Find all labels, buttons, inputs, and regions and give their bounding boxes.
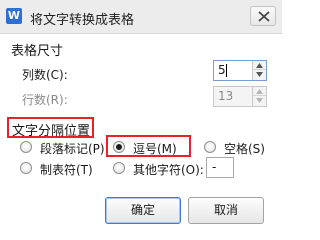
columns-decrement-button[interactable] (253, 70, 266, 79)
triangle-down-icon (256, 72, 263, 77)
other-char-value: - (212, 160, 217, 174)
dialog-title: 将文字转换成表格 (30, 13, 135, 28)
radio-paragraph-mark-label[interactable]: 段落标记(P) (40, 140, 105, 157)
rows-decrement-button (253, 96, 266, 105)
triangle-up-icon (256, 63, 263, 68)
rows-increment-button (253, 87, 266, 96)
columns-spinner-arrows (252, 61, 266, 80)
close-icon (258, 11, 270, 22)
rows-spinner: 13 (213, 86, 267, 107)
rows-label: 行数(R): (22, 93, 68, 107)
table-size-heading: 表格尺寸 (11, 44, 64, 59)
radio-tab-label[interactable]: 制表符(T) (40, 161, 93, 178)
radio-other-char-label[interactable]: 其他字符(O): (133, 161, 204, 178)
radio-tab[interactable] (20, 162, 32, 174)
wps-writer-icon: W (6, 8, 22, 24)
text-caret (226, 64, 227, 77)
triangle-down-icon (256, 98, 263, 103)
radio-comma[interactable] (113, 141, 125, 153)
rows-value: 13 (218, 89, 234, 103)
radio-other-char[interactable] (113, 162, 125, 174)
title-bar: W 将文字转换成表格 (0, 0, 282, 34)
close-button[interactable] (250, 6, 276, 26)
radio-comma-label[interactable]: 逗号(M) (133, 140, 177, 157)
other-char-input[interactable]: - (206, 157, 234, 178)
columns-spinner[interactable]: 5 (213, 60, 267, 81)
columns-increment-button[interactable] (253, 61, 266, 70)
ok-button[interactable]: 确定 (105, 197, 181, 224)
triangle-up-icon (256, 89, 263, 94)
rows-spinner-arrows (252, 87, 266, 106)
cancel-button[interactable]: 取消 (188, 197, 264, 224)
separator-heading: 文字分隔位置 (12, 124, 91, 139)
radio-paragraph-mark[interactable] (20, 141, 32, 153)
radio-space[interactable] (204, 141, 216, 153)
columns-label: 列数(C): (22, 68, 68, 82)
radio-space-label[interactable]: 空格(S) (224, 140, 265, 157)
columns-value: 5 (218, 63, 226, 77)
